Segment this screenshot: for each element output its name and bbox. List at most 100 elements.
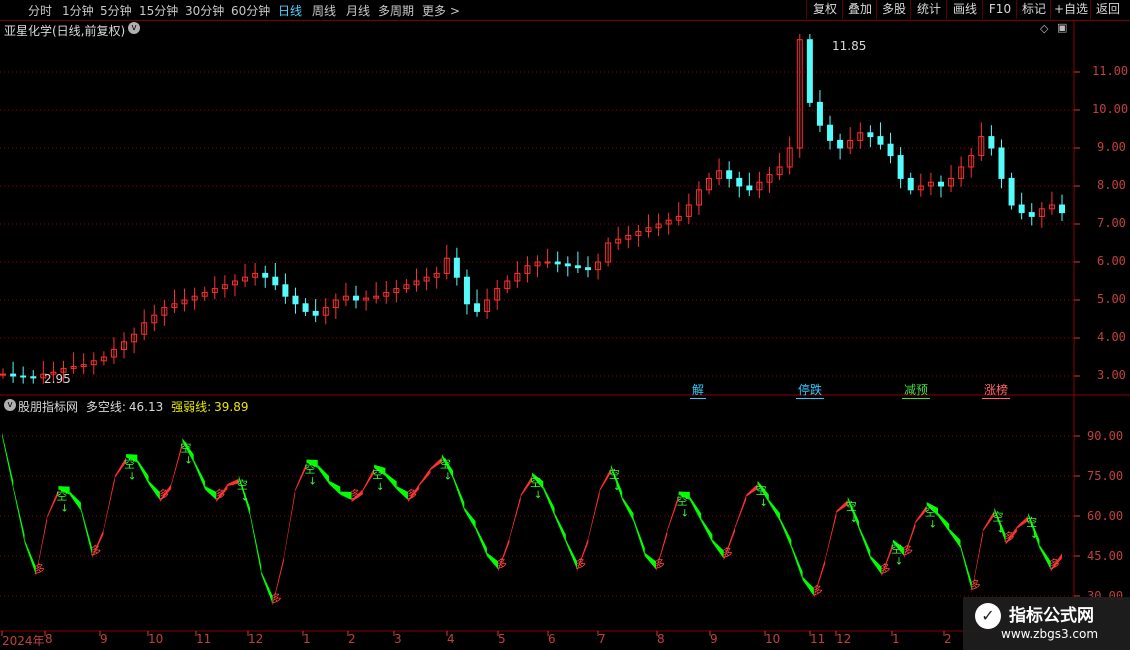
x-tick: 8	[657, 632, 665, 646]
candle-body	[736, 177, 743, 187]
candle-body	[262, 272, 269, 278]
indicator-band	[588, 489, 600, 540]
short-signal-mark: 空	[530, 475, 541, 489]
candle-body	[937, 181, 944, 187]
x-tick: 2	[944, 632, 952, 646]
indicator-title: 股朋指标网 多空线: 46.13 强弱线: 39.89	[18, 398, 248, 415]
long-signal-mark: 多	[722, 546, 733, 560]
high-price-label: 11.85	[832, 39, 867, 53]
line1-value: 46.13	[128, 400, 164, 414]
long-signal-mark: 多	[496, 556, 507, 570]
x-tick: 9	[710, 632, 718, 646]
candle-body	[544, 261, 551, 264]
indicator-band	[329, 480, 341, 495]
indicator-band	[13, 486, 25, 543]
long-signal-mark: 多	[1004, 530, 1015, 544]
indicator-band	[69, 491, 81, 511]
down-arrow-icon: ↓	[128, 471, 136, 482]
long-signal-mark: 多	[1049, 556, 1060, 570]
indicator-band	[137, 459, 149, 484]
down-arrow-icon: ↓	[681, 509, 689, 520]
indicator-band	[701, 518, 713, 543]
long-signal-mark: 多	[90, 543, 101, 557]
down-arrow-icon: ↓	[241, 493, 249, 504]
candle-body	[564, 263, 571, 267]
indicator-band	[780, 518, 792, 548]
logo-icon: ✓	[975, 603, 1001, 629]
short-signal-mark: 空	[1026, 515, 1037, 529]
event-marker[interactable]: 解	[690, 381, 707, 399]
candle-body	[574, 265, 581, 269]
down-arrow-icon: ↓	[850, 514, 858, 525]
candle-body	[998, 147, 1005, 179]
x-tick: 3	[394, 632, 402, 646]
candle-body	[837, 139, 844, 149]
candle-body	[897, 155, 904, 179]
event-marker[interactable]: 减预	[902, 381, 931, 399]
x-tick: 1	[892, 632, 900, 646]
x-tick: 10	[765, 632, 781, 646]
down-arrow-icon: ↓	[1030, 530, 1038, 541]
ind-y-tick: 75.00	[1087, 469, 1124, 483]
candle-body	[20, 375, 27, 378]
y-tick: 5.00	[1097, 292, 1126, 306]
indicator-band	[768, 499, 781, 522]
short-signal-mark: 空	[237, 478, 248, 492]
watermark-title: 指标公式网	[1009, 606, 1094, 626]
short-signal-mark: 空	[846, 499, 857, 513]
ind-y-tick: 60.00	[1087, 509, 1124, 523]
candle-body	[0, 373, 6, 376]
indicator-band	[193, 459, 205, 490]
short-signal-mark: 空	[56, 488, 67, 502]
x-tick: 8	[45, 632, 53, 646]
indicator-band	[464, 507, 476, 530]
event-marker[interactable]: 涨榜	[982, 381, 1011, 399]
down-arrow-icon: ↓	[534, 490, 542, 501]
line2-label: 强弱线:	[171, 400, 212, 414]
long-signal-mark: 多	[271, 591, 282, 605]
candle-body	[353, 295, 359, 301]
event-marker[interactable]: 停跌	[796, 381, 825, 399]
down-arrow-icon: ↓	[760, 498, 768, 509]
long-signal-mark: 多	[350, 487, 361, 501]
long-signal-mark: 多	[406, 487, 417, 501]
long-signal-mark: 多	[880, 562, 891, 576]
short-signal-mark: 空	[677, 494, 688, 508]
x-tick: 10	[148, 632, 164, 646]
x-tick: 5	[498, 632, 506, 646]
x-tick: 1	[303, 632, 311, 646]
long-signal-mark: 多	[812, 583, 823, 597]
indicator-band	[317, 464, 330, 484]
indicator-band	[250, 512, 262, 575]
short-signal-mark: 空	[891, 542, 902, 556]
long-signal-mark: 多	[902, 543, 913, 557]
candle-body	[907, 177, 914, 191]
chevron-down-icon[interactable]: v	[4, 399, 16, 411]
indicator-band	[633, 518, 645, 556]
indicator-band	[791, 544, 803, 580]
candle-body	[1018, 204, 1025, 214]
x-tick: 9	[100, 632, 108, 646]
short-signal-mark: 空	[372, 467, 383, 481]
y-tick: 10.00	[1092, 102, 1129, 116]
candle-body	[887, 143, 894, 157]
down-arrow-icon: ↓	[60, 503, 68, 514]
x-tick: 2	[348, 632, 356, 646]
y-tick: 11.00	[1092, 64, 1129, 78]
candle-body	[584, 267, 591, 271]
line2-value: 39.89	[214, 400, 249, 414]
ind-y-tick: 90.00	[1087, 429, 1124, 443]
indicator-band	[475, 526, 487, 556]
long-signal-mark: 多	[158, 487, 169, 501]
down-arrow-icon: ↓	[895, 557, 903, 568]
candle-body	[1008, 177, 1015, 206]
indicator-name: 股朋指标网	[18, 400, 79, 414]
line1-label: 多空线:	[85, 400, 126, 414]
candle-body	[746, 185, 753, 191]
short-signal-mark: 空	[180, 440, 191, 454]
short-signal-mark: 空	[756, 483, 767, 497]
candle-body	[877, 136, 884, 145]
y-tick: 3.00	[1097, 368, 1126, 382]
x-tick: 7	[598, 632, 606, 646]
candle-body	[806, 39, 813, 103]
